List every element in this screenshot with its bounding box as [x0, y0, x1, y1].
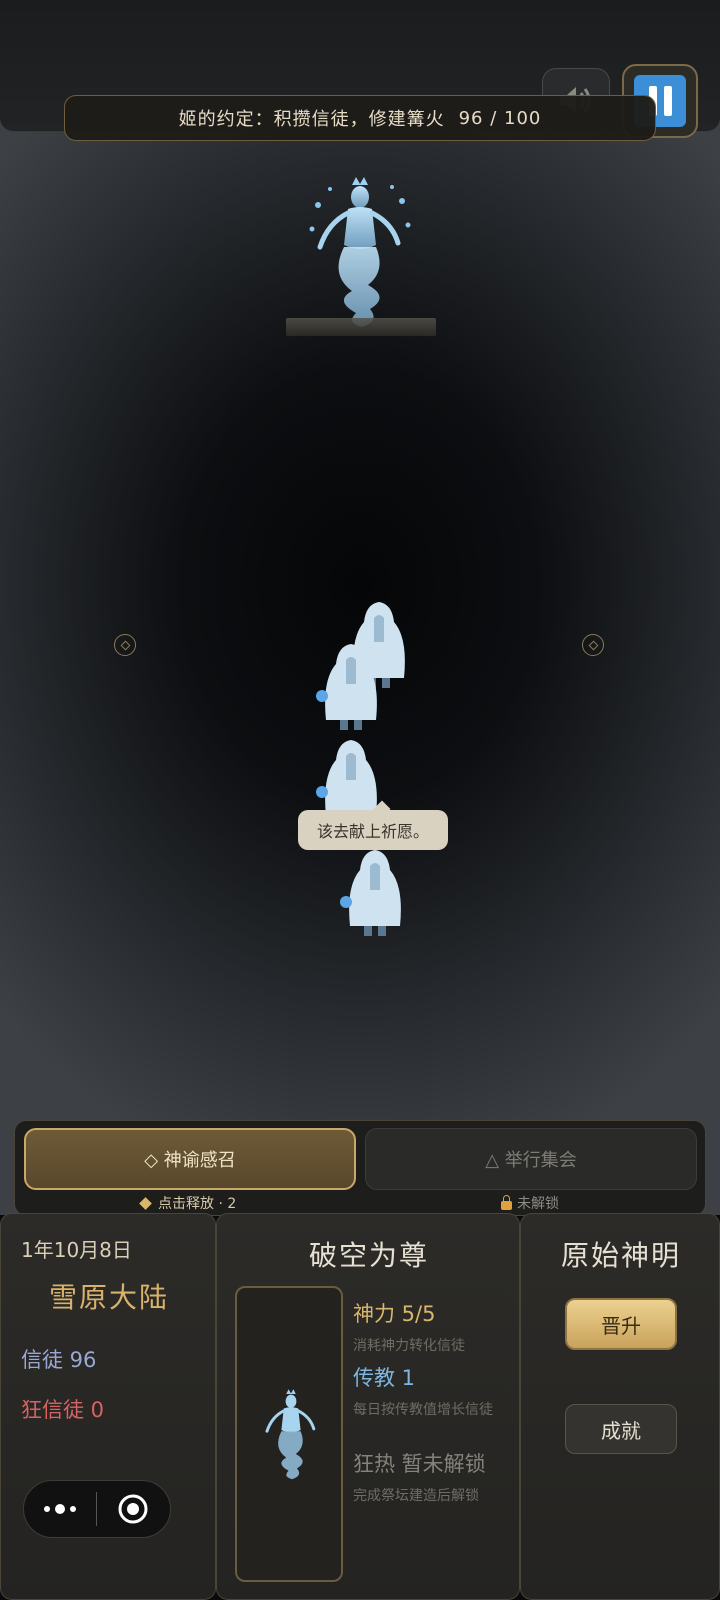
realm-title: 破空为尊 [308, 1239, 429, 1272]
follower[interactable] [340, 846, 410, 946]
game-date: 1年10月8日 [21, 1238, 132, 1262]
miniprogram-capsule [23, 1480, 171, 1538]
quest-text: 姬的约定：积攒信徒，修建篝火 [178, 109, 445, 130]
oracle-charges: 点击释放 · 2 [139, 1193, 237, 1213]
hold-assembly-button[interactable]: △ 举行集会 [365, 1128, 697, 1190]
status-panel: 1年10月8日 雪原大陆 信徒 96 狂信徒 0 [0, 1213, 216, 1600]
zealot-count: 狂信徒 0 [21, 1398, 105, 1422]
oracle-summon-button[interactable]: ◇ 神谕感召 [24, 1128, 356, 1190]
divine-power-desc: 消耗神力转化信徒 [353, 1338, 465, 1354]
follower-speech-bubble: 该去献上祈愿。 [298, 810, 448, 850]
more-options-icon[interactable] [24, 1504, 96, 1514]
close-miniprogram-icon[interactable] [97, 1493, 171, 1525]
follower[interactable] [316, 640, 386, 740]
preaching-stat: 传教 1 每日按传教值增长信徒 [353, 1362, 503, 1420]
ice-goddess-statue[interactable] [300, 175, 420, 335]
preaching-value: 传教 1 [353, 1366, 416, 1390]
oracle-charges-text: 点击释放 · 2 [158, 1196, 237, 1212]
deity-portrait[interactable] [235, 1286, 343, 1582]
assembly-lock-text: 未解锁 [517, 1196, 559, 1212]
statue-pedestal [286, 318, 436, 336]
fervor-stat: 狂热 暂未解锁 完成祭坛建造后解锁 [353, 1448, 503, 1506]
quest-banner: 姬的约定：积攒信徒，修建篝火 96 / 100 [64, 95, 656, 141]
preaching-desc: 每日按传教值增长信徒 [353, 1402, 493, 1418]
divine-power-stat: 神力 5/5 消耗神力转化信徒 [353, 1298, 503, 1356]
realm-panel: 破空为尊 神力 5/5 消耗神力转化信徒 传教 1 每日按传教值增长信徒 狂热 … [216, 1213, 520, 1600]
believer-count: 信徒 96 [21, 1348, 97, 1372]
action-bar: ◇ 神谕感召 △ 举行集会 点击释放 · 2 未解锁 [14, 1120, 706, 1216]
fervor-desc: 完成祭坛建造后解锁 [353, 1488, 479, 1504]
game-scene[interactable]: 姬的约定：积攒信徒，修建篝火 96 / 100 该去献上祈愿。 [0, 0, 720, 1215]
assembly-lock-status: 未解锁 [501, 1193, 559, 1213]
quest-progress: 96 / 100 [458, 107, 542, 129]
diamond-icon [139, 1196, 152, 1210]
right-waypoint-icon[interactable] [582, 634, 604, 656]
achievements-button[interactable]: 成就 [565, 1404, 677, 1454]
deity-rank-title: 原始神明 [560, 1239, 681, 1272]
fervor-value: 狂热 暂未解锁 [353, 1452, 486, 1476]
deity-portrait-image [265, 1389, 316, 1480]
rank-panel: 原始神明 晋升 成就 [520, 1213, 720, 1600]
promote-button[interactable]: 晋升 [565, 1298, 677, 1350]
lock-icon [501, 1194, 512, 1210]
left-waypoint-icon[interactable] [114, 634, 136, 656]
divine-power-value: 神力 5/5 [353, 1302, 436, 1326]
region-name: 雪原大陆 [48, 1281, 169, 1314]
